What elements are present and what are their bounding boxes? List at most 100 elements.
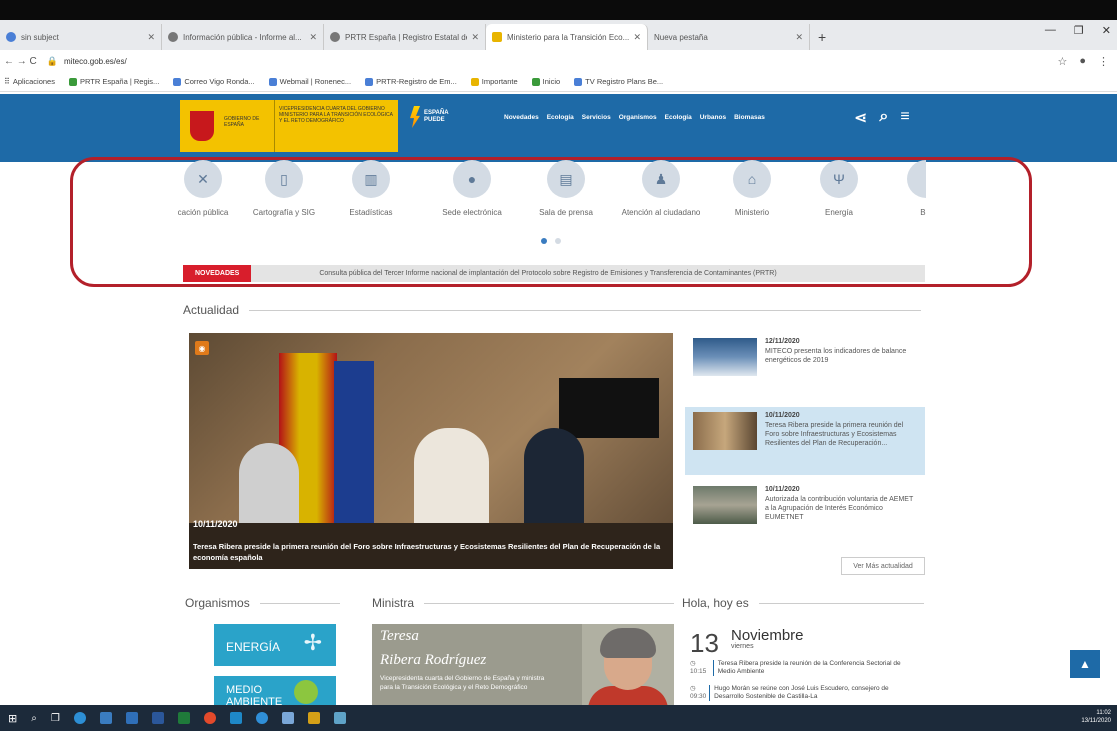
browser-tab[interactable]: Nueva pestaña ✕ [648,24,810,50]
agenda-item[interactable]: ◷ 10:15 Teresa Ribera preside la reunión… [690,660,920,676]
news-thumbnail [693,412,757,450]
nav-item[interactable]: Ecología [665,114,692,121]
carousel-item[interactable]: ● Sede electrónica [427,160,517,218]
carousel-dot[interactable] [555,238,561,244]
carousel-item[interactable]: ✕ cación pública [176,160,248,218]
address-bar: ← → C 🔒 miteco.gob.es/es/ ☆ ● ⋮ [0,50,1117,72]
hero-caption[interactable]: Teresa Ribera preside la primera reunión… [193,541,663,563]
news-thumbnail [693,338,757,376]
browser-tab-active[interactable]: Ministerio para la Transición Eco... ✕ [486,24,648,50]
app-icon[interactable] [255,712,268,724]
screen-top-bar [0,0,1117,20]
windows-start-icon[interactable]: ⊞ [8,712,17,725]
close-icon[interactable]: ✕ [633,32,641,43]
hero-date: 10/11/2020 [193,519,238,529]
nav-item[interactable]: Urbanos [700,114,726,121]
carousel-item[interactable]: ▯ Cartografía y SIG [239,160,329,218]
app-icon[interactable] [281,712,294,724]
app-icon[interactable] [307,712,320,724]
building-icon: ⌂ [733,160,771,198]
agenda-item[interactable]: ◷ 09:30 Hugo Morán se reúne con José Lui… [690,685,920,701]
system-clock[interactable]: 11:02 13/11/2020 [1081,709,1111,725]
nav-item[interactable]: Servicios [582,114,611,121]
bookmark-item[interactable]: Inicio [531,77,560,86]
browser-tab[interactable]: sin subject ✕ [0,24,162,50]
government-logo[interactable]: GOBIERNO DE ESPAÑA VICEPRESIDENCIA CUART… [180,100,398,152]
nav-item[interactable]: Novedades [504,114,539,121]
app-icon[interactable] [333,712,346,724]
news-item[interactable]: 12/11/2020 MITECO presenta los indicador… [685,333,925,401]
bookmark-item[interactable]: Correo Vigo Ronda... [173,77,255,86]
carousel-item[interactable]: Bio [881,160,926,218]
news-item[interactable]: 10/11/2020 Autorizada la contribución vo… [685,481,925,549]
bookmark-item[interactable]: ⠿ Aplicaciones [4,77,55,86]
bookmark-icon [68,77,77,86]
lock-icon: 🔒 [46,55,58,66]
ministra-card[interactable]: Teresa Ribera Rodríguez Vicepresidenta c… [372,624,674,708]
close-window-icon[interactable]: ✕ [1102,24,1111,37]
carousel-item[interactable]: ⌂ Ministerio [707,160,797,218]
hero-news[interactable]: ◉ 10/11/2020 Teresa Ribera preside la pr… [189,333,673,569]
carousel-item[interactable]: ▥ Estadísticas [326,160,416,218]
browser-tab[interactable]: Información pública - Informe al... ✕ [162,24,324,50]
header-actions: ⋖ ⌕ ≡ [854,108,910,128]
excel-icon[interactable] [177,712,190,724]
task-view-icon[interactable]: ❐ [51,713,60,724]
new-tab-button[interactable]: + [810,24,834,50]
map-icon: ▯ [265,160,303,198]
news-item[interactable]: 10/11/2020 Teresa Ribera preside la prim… [685,407,925,475]
press-icon: ▤ [547,160,585,198]
edge-icon[interactable] [73,712,86,724]
search-taskbar-icon[interactable]: ⌕ [31,713,37,724]
close-icon[interactable]: ✕ [309,32,317,43]
close-icon[interactable]: ✕ [795,32,803,43]
bookmark-item[interactable]: TV Registro Plans Be... [574,77,663,86]
menu-icon[interactable]: ⋮ [1098,55,1109,68]
outlook-icon[interactable] [151,712,164,724]
bookmark-item[interactable]: PRTR España | Regis... [68,77,159,86]
organismo-energia[interactable]: ENERGÍA ✢ [214,624,336,666]
explorer-icon[interactable] [229,712,242,724]
search-icon[interactable]: ⌕ [879,108,888,128]
share-icon[interactable]: ⋖ [854,108,867,128]
bookmark-item[interactable]: PRTR-Registro de Em... [365,77,457,86]
clock-icon: ◷ [690,685,696,692]
bolt-icon [410,106,420,128]
word-icon[interactable] [125,712,138,724]
wind-turbine-icon: ✢ [303,630,322,655]
carousel-item[interactable]: Ψ Energía [794,160,884,218]
minimize-icon[interactable]: — [1045,24,1056,37]
nav-item[interactable]: Ecología [547,114,574,121]
carousel-pagination [541,238,561,244]
profile-icon[interactable]: ● [1079,55,1086,68]
window-controls: — ❐ ✕ [1045,24,1111,37]
carousel-item[interactable]: ♟ Atención al ciudadano [616,160,706,218]
ie-icon[interactable] [99,712,112,724]
hamburger-menu-icon[interactable]: ≡ [900,108,909,128]
bookmark-icon [365,77,374,86]
maximize-icon[interactable]: ❐ [1074,24,1084,37]
back-to-top-button[interactable]: ▲ [1070,650,1100,678]
tv-screen [559,378,659,438]
bookmark-item[interactable]: Importante [470,77,518,86]
eu-flag [334,361,374,531]
bookmark-item[interactable]: Webmail | Ronenec... [268,77,351,86]
browser-tab[interactable]: PRTR España | Registro Estatal de... ✕ [324,24,486,50]
ticker-link[interactable]: Consulta pública del Tercer Informe naci… [251,270,776,277]
nav-item[interactable]: Organismos [619,114,657,121]
section-title-organismos: Organismos [185,596,340,610]
organismo-medio-ambiente[interactable]: MEDIO AMBIENTE [214,676,336,708]
rss-icon[interactable]: ◉ [195,341,209,355]
carousel-item[interactable]: ▤ Sala de prensa [521,160,611,218]
carousel-dot[interactable] [541,238,547,244]
chrome-icon[interactable] [203,712,216,724]
close-icon[interactable]: ✕ [471,32,479,43]
browser-tab-bar: sin subject ✕ Información pública - Info… [0,20,1117,50]
more-news-button[interactable]: Ver Más actualidad [841,557,925,575]
espana-puede-logo[interactable]: ESPAÑA PUEDE [410,106,458,128]
url-input[interactable]: miteco.gob.es/es/ [64,57,1057,66]
navigation-buttons[interactable]: ← → C [4,56,37,67]
close-icon[interactable]: ✕ [147,32,155,43]
nav-item[interactable]: Biomasas [734,114,765,121]
star-icon[interactable]: ☆ [1057,55,1067,68]
